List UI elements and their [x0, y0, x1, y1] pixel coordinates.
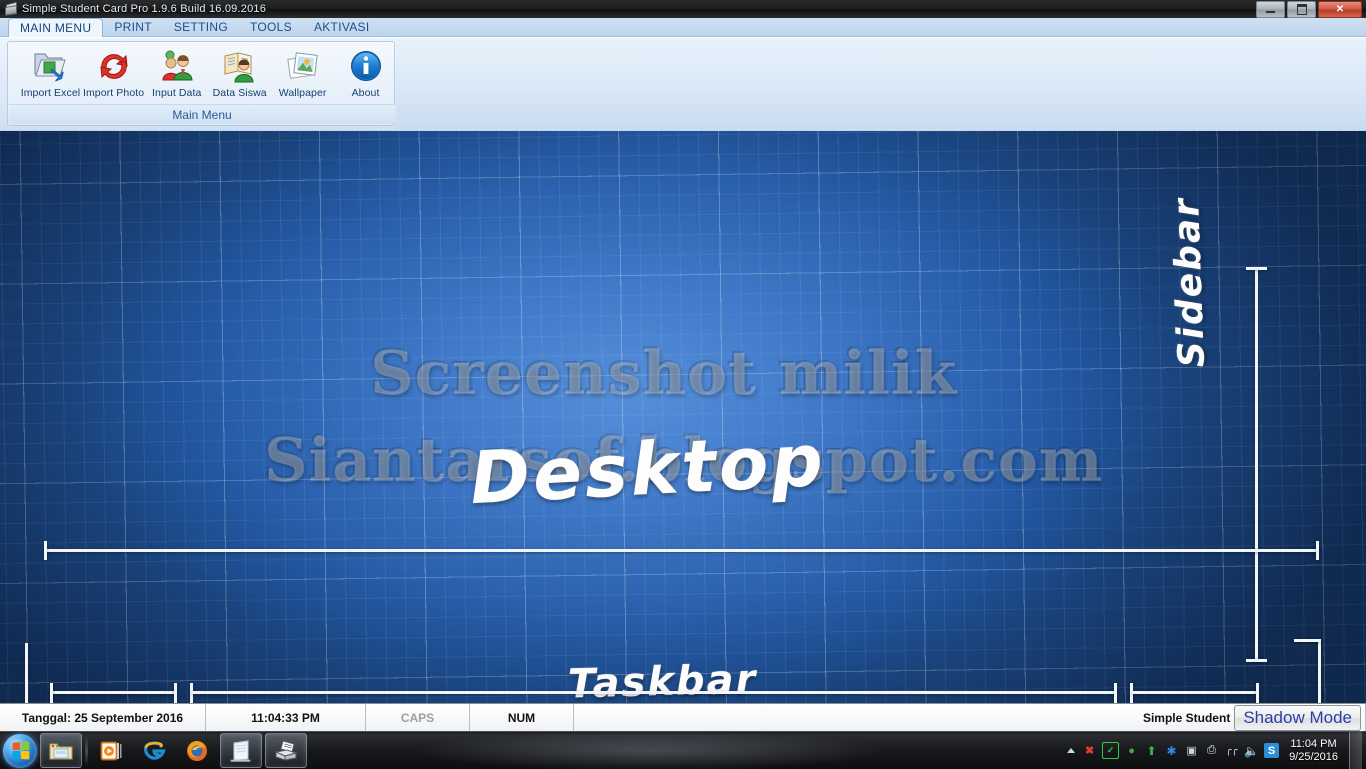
taskbar-clock[interactable]: 11:04 PM 9/25/2016	[1289, 738, 1338, 764]
bracket-taskbar-cap-left	[44, 541, 47, 560]
bracket-quick-launch-cap-right	[174, 683, 177, 703]
ribbon-panel: Import Excel Import Photo Input Data Dat…	[0, 37, 1366, 130]
status-date: Tanggal: 25 September 2016	[0, 704, 206, 731]
app-printer-icon	[4, 1, 17, 16]
about-label: About	[351, 87, 380, 99]
volume-icon[interactable]: 🔈	[1244, 743, 1259, 758]
clock-date: 9/25/2016	[1289, 750, 1338, 763]
status-num-indicator: NUM	[470, 704, 574, 731]
bracket-quick-launch-line	[50, 691, 176, 694]
bracket-taskbar-line	[45, 549, 1319, 552]
shadow-mode-button[interactable]: Shadow Mode	[1234, 704, 1361, 731]
removable-media-icon[interactable]: ⎙	[1204, 743, 1219, 758]
application-status-bar: Tanggal: 25 September 2016 11:04:33 PM C…	[0, 703, 1366, 731]
wallpaper-label-sidebar: Sidebar	[1166, 196, 1213, 368]
show-desktop-button[interactable]	[1349, 732, 1362, 769]
bracket-systray-line	[1132, 691, 1258, 694]
windows-explorer-icon[interactable]	[40, 733, 82, 768]
bracket-sidebar-cap-top	[1246, 267, 1267, 270]
bracket-sidebar-cap-bottom	[1246, 659, 1267, 662]
bracket-time-pointer	[1318, 639, 1321, 703]
wallpaper-button[interactable]: Wallpaper	[272, 44, 333, 99]
window-controls: ✕	[1256, 1, 1362, 18]
clock-time: 11:04 PM	[1290, 737, 1337, 750]
input-data-icon	[159, 47, 195, 85]
ribbon-tab-strip: MAIN MENU PRINT SETTING TOOLS AKTIVASI	[0, 18, 1366, 37]
bracket-start-menu-pointer	[25, 643, 28, 703]
notepad-icon[interactable]	[220, 733, 262, 768]
title-bar[interactable]: Simple Student Card Pro 1.9.6 Build 16.0…	[0, 0, 1366, 18]
bracket-active-windows-line	[192, 691, 1116, 694]
input-data-button[interactable]: Input Data	[146, 44, 207, 99]
ribbon-group-caption: Main Menu	[9, 104, 395, 124]
input-data-label: Input Data	[152, 87, 202, 99]
wallpaper-label: Wallpaper	[278, 87, 327, 99]
bracket-active-windows-cap-right	[1114, 683, 1117, 703]
taskbar-sheen	[330, 732, 970, 769]
minimize-button[interactable]	[1256, 1, 1285, 18]
ribbon-buttons: Import Excel Import Photo Input Data Dat…	[8, 44, 396, 106]
signal-bars-icon[interactable]: ╭╭	[1224, 743, 1239, 758]
tab-setting[interactable]: SETTING	[163, 18, 239, 36]
windows-media-player-icon[interactable]	[91, 734, 131, 767]
maximize-button[interactable]	[1287, 1, 1316, 18]
import-excel-label: Import Excel	[20, 87, 81, 99]
status-time: 11:04:33 PM	[206, 704, 366, 731]
upload-icon[interactable]: ⬆	[1144, 743, 1159, 758]
bracket-time-elbow	[1294, 639, 1321, 642]
ribbon-group-main-menu: Import Excel Import Photo Input Data Dat…	[7, 41, 395, 126]
import-photo-button[interactable]: Import Photo	[83, 44, 144, 99]
data-siswa-icon	[222, 47, 258, 85]
desktop-wallpaper: Screenshot milik Siantarsof.blogspot.com…	[0, 131, 1366, 703]
tab-aktivasi[interactable]: AKTIVASI	[303, 18, 381, 36]
window-title: Simple Student Card Pro 1.9.6 Build 16.0…	[22, 3, 267, 15]
windows-logo-icon	[12, 740, 30, 760]
antivirus-icon[interactable]: ✖	[1082, 743, 1097, 758]
start-orb[interactable]	[3, 733, 37, 768]
mozilla-firefox-icon[interactable]	[177, 734, 217, 767]
bracket-systray-cap-right	[1256, 683, 1259, 703]
application-window: Simple Student Card Pro 1.9.6 Build 16.0…	[0, 0, 1366, 131]
bluetooth-icon[interactable]: ✱	[1164, 743, 1179, 758]
printer-app-icon[interactable]	[265, 733, 307, 768]
status-right-area: Simple Student Shadow Mode	[574, 704, 1366, 731]
import-photo-icon	[97, 47, 131, 85]
windows-taskbar: ✖ ✓ ● ⬆ ✱ ▣ ⎙ ╭╭ 🔈 S 11:04 PM 9/25/2016	[0, 731, 1366, 769]
wallpaper-vignette	[0, 131, 1366, 703]
tab-tools[interactable]: TOOLS	[239, 18, 303, 36]
about-button[interactable]: About	[335, 44, 396, 99]
bracket-sidebar-line	[1255, 269, 1258, 661]
import-photo-label: Import Photo	[82, 87, 145, 99]
status-app-name: Simple Student	[1142, 710, 1231, 725]
ribbon-empty-area	[396, 38, 1366, 130]
network-icon[interactable]: ▣	[1184, 743, 1199, 758]
skype-icon[interactable]: S	[1264, 743, 1280, 758]
show-hidden-icons-arrow[interactable]	[1067, 748, 1076, 753]
about-info-icon	[349, 47, 383, 85]
bracket-quick-launch-cap-left	[50, 683, 53, 703]
internet-explorer-icon[interactable]	[134, 734, 174, 767]
wallpaper-label-taskbar: Taskbar	[567, 656, 758, 703]
taskbar-separator	[85, 735, 88, 766]
status-caps-indicator: CAPS	[366, 704, 470, 731]
tab-print[interactable]: PRINT	[103, 18, 163, 36]
data-siswa-button[interactable]: Data Siswa	[209, 44, 270, 99]
bracket-taskbar-cap-right	[1316, 541, 1319, 560]
action-center-check-icon[interactable]: ✓	[1102, 742, 1120, 759]
import-excel-icon	[32, 47, 68, 85]
chrome-icon[interactable]: ●	[1124, 743, 1139, 758]
data-siswa-label: Data Siswa	[212, 87, 267, 99]
close-button[interactable]: ✕	[1318, 1, 1362, 18]
tab-main-menu[interactable]: MAIN MENU	[8, 18, 104, 37]
wallpaper-icon	[286, 47, 320, 85]
import-excel-button[interactable]: Import Excel	[20, 44, 81, 99]
system-tray: ✖ ✓ ● ⬆ ✱ ▣ ⎙ ╭╭ 🔈 S 11:04 PM 9/25/2016	[1067, 732, 1366, 769]
